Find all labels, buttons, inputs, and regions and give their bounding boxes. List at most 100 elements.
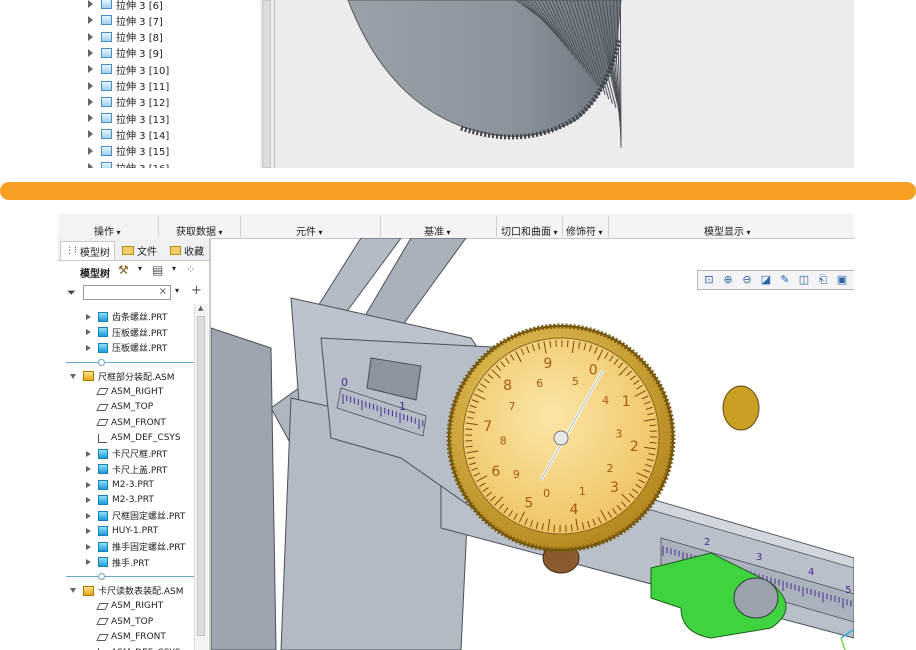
expand-arrow-icon[interactable] — [86, 543, 91, 550]
star-folder-icon — [170, 245, 181, 255]
main-scale-mark-0: 0 — [341, 376, 348, 389]
expand-arrow-icon[interactable] — [86, 344, 91, 351]
graphics-window[interactable]: 0 1 2 3 4 5 01234567890987654321 ⊡ ⊕ ⊖ ◪… — [211, 238, 854, 650]
top-tree-item[interactable]: 拉伸 3 [9] — [88, 45, 163, 61]
ribbon-group-modifiers[interactable]: 修饰符 — [566, 223, 603, 238]
zoom-out-icon[interactable]: ⊖ — [739, 272, 755, 288]
tree-datum-node[interactable]: ASM_DEF_CSYS — [98, 431, 181, 446]
tree-part-node[interactable]: M2-3.PRT — [86, 493, 154, 508]
tree-datum-node[interactable]: ASM_TOP — [96, 614, 153, 629]
expand-arrow-icon[interactable] — [86, 329, 91, 335]
expand-arrow-icon[interactable] — [88, 97, 93, 106]
tree-node-label: 尺框固定螺丝.PRT — [112, 512, 186, 522]
top-tree-item[interactable]: 拉伸 3 [12] — [88, 94, 169, 110]
top-tree-item[interactable]: 拉伸 3 [13] — [88, 110, 169, 126]
tree-part-node[interactable]: 尺框固定螺丝.PRT — [86, 508, 185, 523]
tree-assembly-node[interactable]: 尺框部分装配.ASM — [70, 369, 175, 384]
tree-part-node[interactable]: HUY-1.PRT — [86, 524, 158, 539]
expand-arrow-icon[interactable] — [86, 497, 91, 503]
tree-datum-node[interactable]: ASM_RIGHT — [96, 599, 163, 614]
tree-part-node[interactable]: 卡尺上盖.PRT — [86, 462, 167, 477]
tree-part-node[interactable]: 推手固定螺丝.PRT — [86, 539, 185, 554]
tab-files[interactable]: 文件 — [118, 241, 161, 259]
tree-part-node[interactable]: 压板螺丝.PRT — [86, 340, 167, 355]
dial-inner-number: 9 — [513, 468, 520, 481]
ribbon-group-operations[interactable]: 操作 — [94, 223, 121, 238]
expand-arrow-icon[interactable] — [86, 481, 91, 488]
tree-search-input[interactable]: × — [83, 285, 171, 300]
top-tree-item[interactable]: 拉伸 3 [15] — [88, 143, 169, 159]
tree-insert-indicator[interactable] — [66, 573, 194, 580]
tree-datum-node[interactable]: ASM_FRONT — [96, 415, 166, 430]
tree-scrollbar[interactable]: ▲ — [194, 304, 208, 650]
clear-icon[interactable]: × — [159, 286, 167, 297]
expand-arrow-icon[interactable] — [86, 313, 91, 320]
tree-node-label: 尺框部分装配.ASM — [98, 372, 175, 383]
expand-arrow-icon[interactable] — [86, 450, 91, 457]
tree-filter-options-icon[interactable]: ⁘ — [186, 263, 195, 276]
top-tree-item[interactable]: 拉伸 3 [6] — [88, 0, 163, 12]
ribbon-group-cut-surface[interactable]: 切口和曲面 — [501, 223, 558, 238]
display-style-icon[interactable]: ◫ — [796, 272, 812, 288]
ribbon-group-datum[interactable]: 基准 — [424, 223, 451, 238]
collapse-arrow-icon[interactable] — [70, 588, 76, 593]
expand-arrow-icon[interactable] — [88, 0, 93, 8]
top-tree-item[interactable]: 拉伸 3 [14] — [88, 126, 169, 142]
expand-arrow-icon[interactable] — [88, 146, 93, 155]
tree-datum-node[interactable]: ASM_DEF_CSYS — [98, 645, 181, 650]
ribbon-group-component[interactable]: 元件 — [296, 223, 323, 238]
top-graphics-window[interactable] — [276, 0, 854, 168]
top-tree-item-label: 拉伸 3 [16] — [116, 160, 169, 169]
model-tree: 齿条螺丝.PRT 压板螺丝.PRT 压板螺丝.PRT 尺框部分装配.ASM ASM_RI… — [58, 304, 194, 650]
tree-datum-node[interactable]: ASM_RIGHT — [96, 384, 163, 399]
tree-part-node[interactable]: 压板螺丝.PRT — [86, 325, 167, 340]
tree-filter-row: ⏷ × ▾ + — [58, 282, 210, 304]
expand-arrow-icon[interactable] — [88, 65, 93, 74]
expand-arrow-icon[interactable] — [86, 528, 91, 534]
expand-arrow-icon[interactable] — [88, 81, 93, 90]
top-tree-item[interactable]: 拉伸 3 [7] — [88, 12, 163, 28]
repaint-icon[interactable]: ◪ — [758, 272, 774, 288]
expand-arrow-icon[interactable] — [86, 512, 91, 519]
chevron-down-icon[interactable]: ▾ — [172, 264, 176, 273]
refit-icon[interactable]: ⊡ — [701, 272, 717, 288]
expand-arrow-icon[interactable] — [88, 32, 93, 41]
top-tree-item[interactable]: 拉伸 3 [11] — [88, 78, 169, 94]
chevron-down-icon[interactable]: ▾ — [138, 264, 142, 273]
tree-part-node[interactable]: 推手.PRT — [86, 555, 149, 570]
tree-datum-node[interactable]: ASM_FRONT — [96, 630, 166, 645]
add-filter-icon[interactable]: + — [191, 283, 202, 298]
expand-arrow-icon[interactable] — [88, 114, 93, 123]
top-tree-item[interactable]: 拉伸 3 [10] — [88, 61, 169, 77]
expand-arrow-icon[interactable] — [88, 48, 93, 57]
expand-arrow-icon[interactable] — [86, 466, 91, 472]
zoom-in-icon[interactable]: ⊕ — [720, 272, 736, 288]
tab-model-tree[interactable]: ⋮⁝ 模型树 — [60, 241, 115, 260]
spin-center-icon[interactable]: ✎ — [777, 272, 793, 288]
top-tree-scrollbar[interactable] — [260, 0, 275, 168]
expand-arrow-icon[interactable] — [88, 163, 93, 168]
ribbon-group-model-display[interactable]: 模型显示 — [704, 223, 751, 238]
tree-part-node[interactable]: 卡尺尺框.PRT — [86, 446, 167, 461]
top-tree-item[interactable]: 拉伸 3 [16] — [88, 159, 169, 168]
tree-part-node[interactable]: 齿条螺丝.PRT — [86, 309, 167, 324]
tree-part-node[interactable]: M2-3.PRT — [86, 477, 154, 492]
expand-arrow-icon[interactable] — [88, 16, 93, 25]
perspective-icon[interactable]: ◈ — [853, 272, 854, 288]
tab-favorites[interactable]: 收藏 — [166, 241, 214, 259]
expand-arrow-icon[interactable] — [88, 130, 93, 139]
tree-datum-node[interactable]: ASM_TOP — [96, 400, 153, 415]
scroll-up-icon[interactable]: ▲ — [198, 304, 203, 312]
tree-assembly-node[interactable]: 卡尺读数表装配.ASM — [70, 583, 184, 598]
top-tree-item[interactable]: 拉伸 3 [8] — [88, 29, 163, 45]
show-columns-icon[interactable]: ▤ — [152, 263, 163, 277]
ribbon-group-get-data[interactable]: 获取数据 — [176, 223, 223, 238]
chevron-down-icon[interactable]: ▾ — [175, 286, 179, 295]
saved-orientations-icon[interactable]: ⎗ — [815, 272, 831, 288]
expand-arrow-icon[interactable] — [86, 559, 91, 565]
view-manager-icon[interactable]: ▣ — [834, 272, 850, 288]
extrude-feature-icon — [101, 80, 112, 91]
collapse-arrow-icon[interactable] — [70, 373, 76, 379]
tree-insert-indicator[interactable] — [66, 358, 194, 366]
tree-settings-icon[interactable]: ⚒ — [118, 263, 129, 277]
